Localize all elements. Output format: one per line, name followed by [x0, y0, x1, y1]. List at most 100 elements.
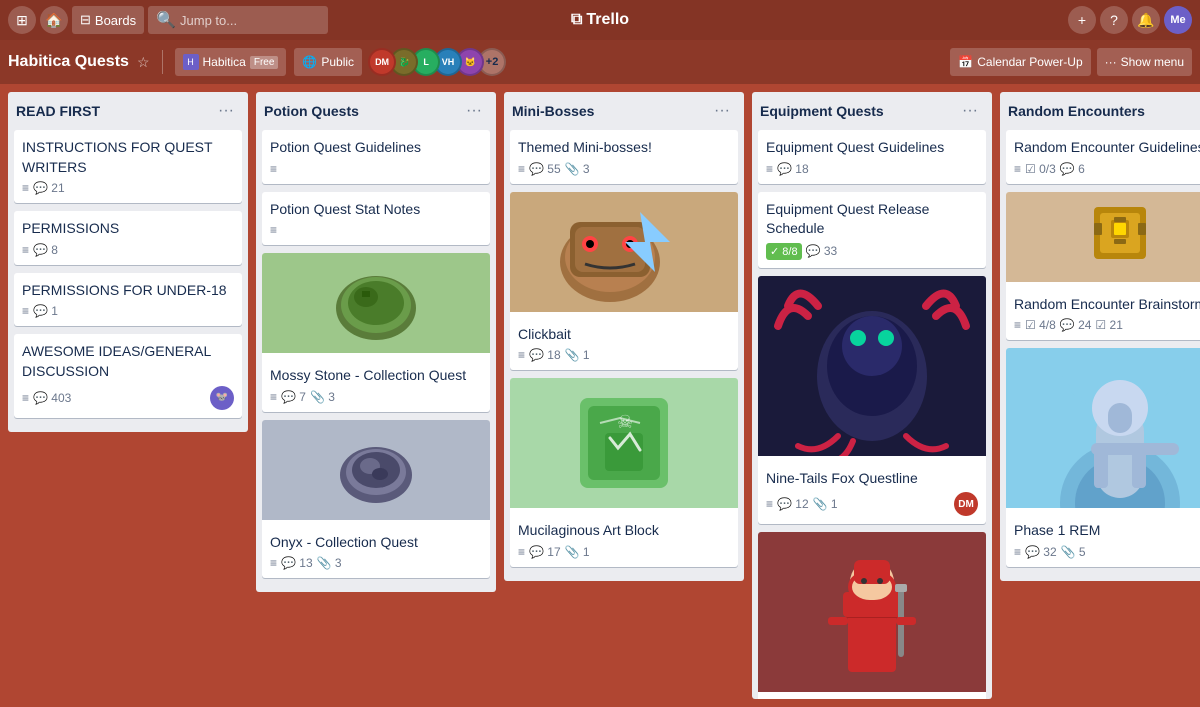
card-image-clickbait: [510, 192, 738, 317]
column-title-mini-bosses: Mini-Bosses: [512, 103, 594, 119]
card-comments-mucilaginous: 💬 17: [529, 545, 561, 559]
search-box[interactable]: 🔍: [148, 6, 328, 34]
card-mucilaginous[interactable]: ☠ Mucilaginous Art Block≡💬 17📎 1: [510, 378, 738, 567]
card-title-themed-minibosses: Themed Mini-bosses!: [518, 138, 730, 158]
column-equipment-quests: Equipment Quests ··· Equipment Quest Guide…: [752, 92, 992, 699]
card-title-nine-tails: Nine-Tails Fox Questline: [766, 469, 978, 489]
search-input[interactable]: [180, 13, 310, 28]
card-phase1-rem[interactable]: Phase 1 REM≡💬 32📎 5: [1006, 348, 1200, 567]
boards-button[interactable]: ⊟ Boards: [72, 6, 144, 34]
card-title-mossy-stone: Mossy Stone - Collection Quest: [270, 366, 482, 386]
info-button[interactable]: ?: [1100, 6, 1128, 34]
card-potion-guidelines[interactable]: Potion Quest Guidelines≡: [262, 130, 490, 184]
card-checklist-badge-equipment-release: ✓ 8/8: [766, 243, 802, 260]
card-description-icon-themed-minibosses: ≡: [518, 162, 525, 176]
card-potion-stat-notes[interactable]: Potion Quest Stat Notes≡: [262, 192, 490, 246]
card-mossy-stone[interactable]: Mossy Stone - Collection Quest≡💬 7📎 3: [262, 253, 490, 412]
card-awesome-ideas[interactable]: AWESOME IDEAS/GENERAL DISCUSSION≡💬 403🐭: [14, 334, 242, 417]
card-permissions[interactable]: PERMISSIONS≡💬 8: [14, 211, 242, 265]
column-potion-quests: Potion Quests···Potion Quest Guidelines≡…: [256, 92, 496, 592]
card-meta-potion-stat-notes: ≡: [270, 223, 482, 237]
card-comments-nine-tails: 💬 12: [777, 497, 809, 511]
cards-container-random-encounters: Random Encounter Guidelines≡☑ 0/3💬 6 Ran…: [1000, 126, 1200, 581]
cards-container-read-first: INSTRUCTIONS FOR QUEST WRITERS≡💬 21 PERMI…: [8, 126, 248, 432]
calendar-icon: 📅: [958, 55, 973, 69]
board: READ FIRST ··· INSTRUCTIONS FOR QUEST WRIT…: [0, 84, 1200, 707]
card-meta-equipment-release: ✓ 8/8 💬 33: [766, 243, 978, 260]
card-description-icon-potion-guidelines: ≡: [270, 162, 277, 176]
calendar-power-up-button[interactable]: 📅 Calendar Power-Up: [950, 48, 1090, 76]
card-content-phase1-rem: Phase 1 REM≡💬 32📎 5: [1006, 513, 1200, 567]
workspace-chip[interactable]: H Habitica Free: [175, 48, 287, 76]
card-content-instructions: INSTRUCTIONS FOR QUEST WRITERS≡💬 21: [14, 130, 242, 203]
member-avatar-dm[interactable]: DM: [368, 48, 396, 76]
home-icon-button[interactable]: 🏠: [40, 6, 68, 34]
trello-logo: ⧉ Trello: [571, 11, 629, 29]
card-comments-permissions-under-18: 💬 1: [33, 304, 58, 318]
user-avatar[interactable]: Me: [1164, 6, 1192, 34]
card-meta-clickbait: ≡💬 18📎 1: [518, 348, 730, 362]
card-description-icon-phase1-rem: ≡: [1014, 545, 1021, 559]
card-description-icon-equipment-guidelines: ≡: [766, 162, 773, 176]
column-title-equipment-quests: Equipment Quests: [760, 103, 884, 119]
notifications-button[interactable]: 🔔: [1132, 6, 1160, 34]
card-title-random-guidelines: Random Encounter Guidelines: [1014, 138, 1200, 158]
board-nav: Habitica Quests ☆ H Habitica Free 🌐 Publ…: [0, 40, 1200, 84]
card-title-permissions-under-18: PERMISSIONS FOR UNDER-18: [22, 281, 234, 301]
card-image-mossy-stone: [262, 253, 490, 358]
search-icon: 🔍: [156, 10, 176, 30]
column-menu-potion-quests[interactable]: ···: [460, 100, 488, 122]
card-comments-mossy-stone: 💬 7: [281, 390, 306, 404]
card-nine-tails[interactable]: Nine-Tails Fox Questline≡💬 12📎 1DM: [758, 276, 986, 525]
card-description-icon-instructions: ≡: [22, 181, 29, 195]
card-attachments-nine-tails: 📎 1: [813, 497, 838, 511]
card-themed-minibosses[interactable]: Themed Mini-bosses!≡💬 55📎 3: [510, 130, 738, 184]
card-equipment-release[interactable]: Equipment Quest Release Schedule✓ 8/8💬 3…: [758, 192, 986, 268]
card-meta-permissions-under-18: ≡💬 1: [22, 304, 234, 318]
card-attachments-themed-minibosses: 📎 3: [565, 162, 590, 176]
add-button[interactable]: +: [1068, 6, 1096, 34]
column-menu-equipment-quests[interactable]: ···: [956, 100, 984, 122]
board-title[interactable]: Habitica Quests: [8, 53, 129, 71]
column-menu-read-first[interactable]: ···: [212, 100, 240, 122]
card-random-brainstorming[interactable]: Random Encounter Brainstorming≡☑ 4/8💬 24…: [1006, 192, 1200, 341]
visibility-chip[interactable]: 🌐 Public: [294, 48, 362, 76]
card-content-equipment-guidelines: Equipment Quest Guidelines≡💬 18: [758, 130, 986, 184]
star-button[interactable]: ☆: [137, 54, 150, 71]
card-content-themed-minibosses: Themed Mini-bosses!≡💬 55📎 3: [510, 130, 738, 184]
card-clickbait[interactable]: Clickbait≡💬 18📎 1: [510, 192, 738, 371]
card-content-permissions-under-18: PERMISSIONS FOR UNDER-18 ≡💬 1: [14, 273, 242, 327]
show-menu-button[interactable]: ··· Show menu: [1097, 48, 1192, 76]
card-content-permissions: PERMISSIONS≡💬 8: [14, 211, 242, 265]
card-onyx[interactable]: Onyx - Collection Quest≡💬 13📎 3: [262, 420, 490, 579]
cards-container-equipment-quests: Equipment Quest Guidelines≡💬 18Equipment…: [752, 126, 992, 699]
cards-container-potion-quests: Potion Quest Guidelines≡ Potion Quest Sta…: [256, 126, 496, 592]
card-permissions-under-18[interactable]: PERMISSIONS FOR UNDER-18 ≡💬 1: [14, 273, 242, 327]
home-button[interactable]: ⊞: [8, 6, 36, 34]
card-description-icon-potion-stat-notes: ≡: [270, 223, 277, 237]
card-title-clickbait: Clickbait: [518, 325, 730, 345]
card-content-onyx: Onyx - Collection Quest≡💬 13📎 3: [262, 525, 490, 579]
column-menu-mini-bosses[interactable]: ···: [708, 100, 736, 122]
visibility-icon: 🌐: [302, 55, 317, 69]
card-instructions[interactable]: INSTRUCTIONS FOR QUEST WRITERS≡💬 21: [14, 130, 242, 203]
card-samurai-armor[interactable]: Samurai Armor Questline: [758, 532, 986, 699]
card-assignee-nine-tails[interactable]: DM: [954, 492, 978, 516]
nav-divider: [162, 50, 163, 74]
card-comments-clickbait: 💬 18: [529, 348, 561, 362]
card-equipment-guidelines[interactable]: Equipment Quest Guidelines≡💬 18: [758, 130, 986, 184]
card-image-samurai-armor: [758, 532, 986, 697]
card-meta-potion-guidelines: ≡: [270, 162, 482, 176]
nav-right: + ? 🔔 Me: [1068, 6, 1192, 34]
column-title-read-first: READ FIRST: [16, 103, 100, 119]
card-description-icon-clickbait: ≡: [518, 348, 525, 362]
card-title-equipment-guidelines: Equipment Quest Guidelines: [766, 138, 978, 158]
workspace-plan: Free: [250, 56, 279, 69]
top-nav: ⊞ 🏠 ⊟ Boards 🔍 ⧉ Trello + ? 🔔 Me: [0, 0, 1200, 40]
card-comments-equipment-release: 💬 33: [806, 244, 838, 258]
column-random-encounters: Random Encounters···Random Encounter Gui…: [1000, 92, 1200, 581]
calendar-label: Calendar Power-Up: [977, 55, 1082, 69]
card-random-guidelines[interactable]: Random Encounter Guidelines≡☑ 0/3💬 6: [1006, 130, 1200, 184]
workspace-name: Habitica: [203, 55, 246, 69]
board-nav-right: 📅 Calendar Power-Up ··· Show menu: [950, 48, 1192, 76]
